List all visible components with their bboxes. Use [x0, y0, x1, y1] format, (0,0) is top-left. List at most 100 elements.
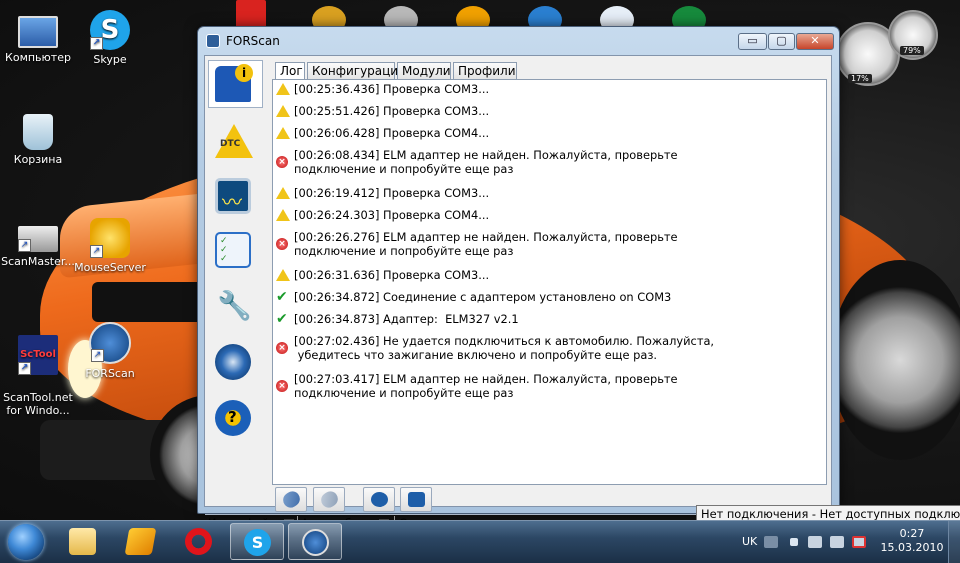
taskbar-app-ntl[interactable] [114, 523, 168, 560]
ntl-icon [124, 528, 157, 555]
volume-muted-icon[interactable] [830, 536, 844, 548]
desktop-icon-scantool[interactable]: ScTool ↗ ScanTool.net for Windo... [0, 322, 76, 417]
desktop-icon-mouseserver[interactable]: ↗ MouseServer [72, 218, 148, 274]
maximize-button[interactable]: ▢ [768, 33, 795, 50]
show-hidden-icons-arrow-icon[interactable] [790, 538, 798, 546]
save-log-button[interactable] [400, 487, 432, 512]
close-button[interactable]: ✕ [796, 33, 834, 50]
taskbar: S UK 0:27 15.03.2010 [0, 520, 960, 563]
warning-icon [276, 83, 290, 95]
disconnect-button[interactable] [313, 487, 345, 512]
log-entry-text: [00:26:08.434] ELM адаптер не найден. По… [294, 148, 678, 176]
dtc-label: DTC [220, 139, 241, 149]
opera-icon [185, 528, 212, 555]
sidebar-item-help[interactable] [208, 394, 256, 442]
taskbar-app-skype[interactable]: S [230, 523, 284, 560]
sidebar-item-tests[interactable] [208, 226, 256, 274]
recycle-bin-icon [23, 114, 53, 150]
sidebar-item-settings[interactable] [208, 338, 256, 386]
taskbar-app-opera[interactable] [172, 523, 226, 560]
shortcut-arrow-icon: ↗ [18, 239, 31, 252]
tab-log[interactable]: Лог [275, 62, 305, 80]
log-entry-text: [00:27:02.436] Не удается подключиться к… [294, 334, 715, 362]
window-titlebar[interactable]: FORScan ▭ ▢ ✕ [198, 27, 839, 55]
desktop-icon-recycle-bin[interactable]: Корзина [0, 114, 76, 166]
connect-button[interactable] [275, 487, 307, 512]
scanmaster-icon: ↗ [18, 226, 58, 252]
memory-percent: 79% [900, 46, 924, 55]
window-title: FORScan [226, 34, 280, 48]
clock-date: 15.03.2010 [880, 541, 944, 554]
tray-language[interactable]: UK [742, 535, 757, 548]
sidebar-item-service[interactable] [208, 282, 256, 330]
mouseserver-icon: ↗ [90, 218, 130, 258]
desktop-icon-label: Skype [93, 53, 127, 66]
warning-icon [276, 187, 290, 199]
show-desktop-button[interactable] [948, 521, 960, 563]
forscan-window[interactable]: FORScan ▭ ▢ ✕ DTC Лог Конфигурация Модул… [197, 26, 840, 532]
taskbar-app-forscan[interactable] [288, 523, 342, 560]
warning-icon [276, 209, 290, 221]
desktop-icon-label: ScanTool.net for Windo... [3, 391, 73, 417]
log-entry-text: [00:26:34.873] Адаптер: ELM327 v2.1 [294, 312, 519, 326]
tab-modules[interactable]: Модули [397, 62, 451, 79]
checkmark-icon: ✔ [276, 311, 288, 327]
error-icon: × [276, 380, 288, 392]
cpu-percent: 17% [848, 74, 872, 83]
tab-profiles[interactable]: Профили [453, 62, 517, 79]
car-info-icon [215, 64, 253, 102]
log-entry-text: [00:25:36.436] Проверка COM3... [294, 82, 490, 96]
wallpaper-car-wheel [830, 260, 960, 460]
checklist-icon [215, 232, 251, 268]
checkmark-icon: ✔ [276, 289, 288, 305]
shortcut-arrow-icon: ↗ [90, 37, 103, 50]
plug-connect-icon [280, 488, 303, 511]
warning-icon [276, 105, 290, 117]
shortcut-arrow-icon: ↗ [90, 245, 103, 258]
clear-log-button[interactable] [363, 487, 395, 512]
error-icon: × [276, 156, 288, 168]
oscilloscope-icon [215, 178, 251, 215]
clock-time: 0:27 [899, 527, 925, 540]
tray-clock[interactable]: 0:27 15.03.2010 [880, 527, 944, 555]
error-icon: × [276, 342, 288, 354]
scantool-icon: ScTool ↗ [18, 335, 58, 375]
taskbar-app-explorer[interactable] [56, 523, 110, 560]
memory-meter-gadget[interactable]: 79% [888, 10, 938, 60]
sidebar: DTC [205, 56, 263, 468]
error-icon: × [276, 238, 288, 250]
network-disconnected-icon[interactable] [852, 536, 866, 548]
keyboard-icon[interactable] [764, 536, 778, 548]
desktop-icon-computer[interactable]: Компьютер [0, 10, 76, 64]
computer-icon [18, 16, 58, 48]
log-panel[interactable]: [00:25:36.436] Проверка COM3... [00:25:51… [272, 79, 827, 485]
sidebar-item-oscilloscope[interactable] [208, 172, 256, 220]
skype-icon: S ↗ [90, 10, 130, 50]
forscan-icon [302, 529, 329, 556]
desktop-icon-skype[interactable]: S ↗ Skype [72, 10, 148, 66]
desktop-icon-label: FORScan [85, 367, 135, 380]
forscan-app-icon [206, 34, 220, 48]
desktop-icon-label: Корзина [13, 153, 63, 166]
minimize-button[interactable]: ▭ [738, 33, 767, 50]
sidebar-item-dtc[interactable]: DTC [208, 118, 256, 166]
tab-configuration[interactable]: Конфигурация [307, 62, 405, 79]
shortcut-arrow-icon: ↗ [18, 362, 31, 375]
gear-icon [215, 344, 251, 380]
shortcut-arrow-icon: ↗ [91, 349, 104, 362]
desktop-icon-label: ScanMaster... [1, 255, 75, 268]
skype-icon: S [244, 529, 271, 556]
desktop-icon-label: Компьютер [5, 51, 71, 64]
log-entry-text: [00:27:03.417] ELM адаптер не найден. По… [294, 372, 678, 400]
device-icon[interactable] [808, 536, 822, 548]
forscan-icon: ↗ [89, 322, 131, 364]
desktop-top-icon[interactable] [236, 0, 266, 28]
start-button[interactable] [8, 524, 44, 560]
desktop-icon-forscan[interactable]: ↗ FORScan [72, 322, 148, 380]
clear-icon [371, 492, 388, 507]
desktop-icon-label: MouseServer [74, 261, 146, 274]
log-entry-text: [00:26:31.636] Проверка COM3... [294, 268, 490, 282]
sidebar-item-info[interactable] [208, 60, 263, 108]
desktop-icon-scanmaster[interactable]: ↗ ScanMaster... [0, 218, 76, 268]
log-entry-text: [00:26:06.428] Проверка COM4... [294, 126, 490, 140]
